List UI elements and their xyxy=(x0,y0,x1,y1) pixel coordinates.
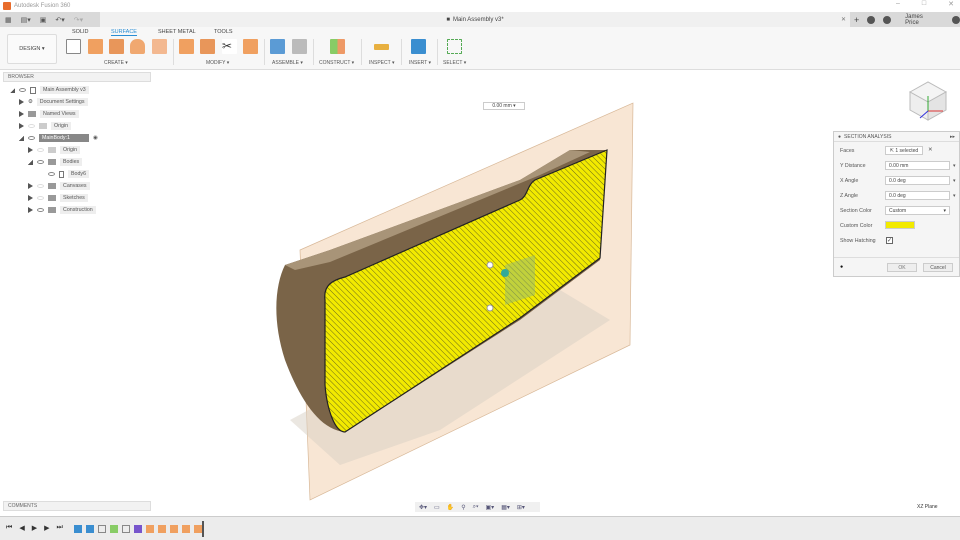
info-icon[interactable]: ● xyxy=(840,264,843,270)
ok-button[interactable]: OK xyxy=(887,263,917,272)
timeline-feature[interactable] xyxy=(122,525,130,533)
show-hatching-checkbox[interactable]: ✓ xyxy=(886,237,893,244)
timeline-feature[interactable] xyxy=(110,525,118,533)
x-angle-label: X Angle xyxy=(840,178,859,184)
zoom-icon[interactable]: ⚲ xyxy=(461,504,465,511)
plane-label: XZ Plane xyxy=(917,504,938,510)
look-at-icon[interactable]: ▭ xyxy=(434,504,440,511)
timeline-feature[interactable] xyxy=(98,525,106,533)
timeline-feature[interactable] xyxy=(182,525,190,533)
timeline-feature[interactable] xyxy=(194,525,202,533)
comments-panel[interactable]: COMMENTS xyxy=(3,501,151,511)
step-back-icon[interactable]: ◀ xyxy=(19,524,24,532)
navigation-bar: ✥▾ ▭ ✋ ⚲ ⌕▾ ▣▾ ▦▾ ⊞▾ xyxy=(415,502,540,512)
section-color-label: Section Color xyxy=(840,208,872,214)
faces-label: Faces xyxy=(840,148,855,154)
play-icon[interactable]: ▶ xyxy=(32,524,37,532)
z-angle-input[interactable]: 0.0 deg xyxy=(885,191,950,200)
distance-input[interactable]: 0.00 mm ▾ xyxy=(483,102,525,110)
timeline: ⏮ ◀ ▶ ▶ ⏭ xyxy=(0,516,960,540)
step-forward-icon[interactable]: ▶ xyxy=(44,524,49,532)
timeline-feature[interactable] xyxy=(74,525,82,533)
viewport-canvas[interactable] xyxy=(0,0,960,540)
timeline-feature[interactable] xyxy=(86,525,94,533)
dialog-icon: ● xyxy=(838,133,842,140)
dialog-title: SECTION ANALYSIS xyxy=(844,133,892,140)
clear-selection-icon[interactable]: ✕ xyxy=(928,147,932,153)
viewports-icon[interactable]: ⊞▾ xyxy=(517,504,525,511)
timeline-feature[interactable] xyxy=(158,525,166,533)
custom-color-swatch[interactable] xyxy=(885,221,915,229)
pan-icon[interactable]: ✋ xyxy=(447,504,454,511)
orbit-icon[interactable]: ✥▾ xyxy=(419,504,427,511)
z-angle-label: Z Angle xyxy=(840,193,858,199)
comments-title: COMMENTS xyxy=(8,503,38,509)
y-distance-input[interactable]: 0.00 mm xyxy=(885,161,950,170)
go-to-end-icon[interactable]: ⏭ xyxy=(56,524,62,532)
y-distance-label: Y Distance xyxy=(840,163,866,169)
cancel-button[interactable]: Cancel xyxy=(923,263,953,272)
faces-selection[interactable]: ⇱ 1 selected xyxy=(885,146,923,155)
show-hatching-label: Show Hatching xyxy=(840,238,876,244)
display-settings-icon[interactable]: ▣▾ xyxy=(486,504,495,511)
fit-icon[interactable]: ⌕▾ xyxy=(473,504,479,511)
grid-icon[interactable]: ▦▾ xyxy=(501,504,510,511)
go-to-start-icon[interactable]: ⏮ xyxy=(6,524,12,532)
section-analysis-dialog: ● SECTION ANALYSIS ▸▸ Faces ⇱ 1 selected ✕… xyxy=(833,131,960,277)
custom-color-label: Custom Color xyxy=(840,223,873,229)
timeline-feature[interactable] xyxy=(170,525,178,533)
move-arrow-icon xyxy=(501,269,509,277)
timeline-feature[interactable] xyxy=(134,525,142,533)
timeline-marker[interactable] xyxy=(202,521,204,537)
section-color-select[interactable]: Custom ▾ xyxy=(885,206,950,215)
x-angle-input[interactable]: 0.0 deg xyxy=(885,176,950,185)
expand-icon[interactable]: ▸▸ xyxy=(950,134,955,140)
viewcube[interactable] xyxy=(908,81,948,121)
timeline-feature[interactable] xyxy=(146,525,154,533)
